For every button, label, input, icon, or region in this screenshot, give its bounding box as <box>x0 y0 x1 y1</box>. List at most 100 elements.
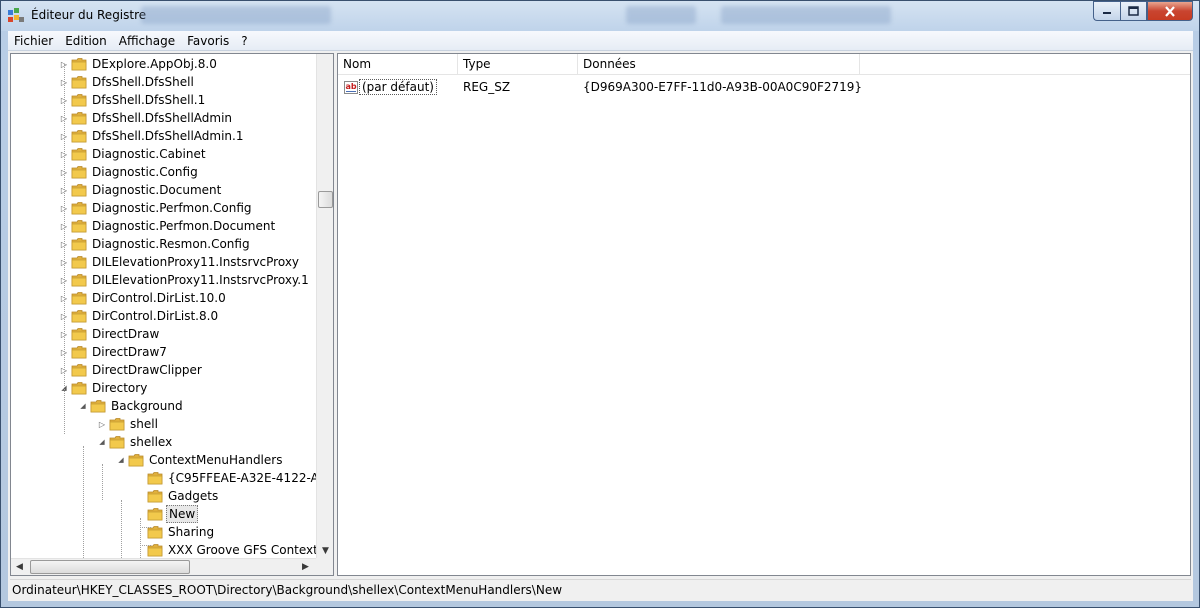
tree-item-label: Diagnostic.Perfmon.Document <box>92 219 276 233</box>
values-list-pane[interactable]: Nom Type Données ab (par défaut) REG_SZ … <box>337 53 1191 576</box>
tree-item[interactable]: ▷ DfsShell.DfsShellAdmin.1 <box>59 127 246 145</box>
tree-item[interactable]: ▷ DirControl.DirList.10.0 <box>59 289 228 307</box>
minimize-button[interactable] <box>1093 1 1120 21</box>
column-header-nom[interactable]: Nom <box>338 54 458 75</box>
tree-item[interactable]: ▷ DfsShell.DfsShell.1 <box>59 91 207 109</box>
tree-connector-line <box>140 545 151 546</box>
tree-item[interactable]: ▷ DILElevationProxy11.InstsrvcProxy.1 <box>59 271 311 289</box>
tree-item-label: {C95FFEAE-A32E-4122-A5C <box>168 471 316 485</box>
folder-icon <box>71 184 87 197</box>
scroll-right-arrow-icon[interactable]: ▶ <box>297 559 314 575</box>
tree-item-label: DirectDrawClipper <box>92 363 202 377</box>
tree-item[interactable]: ▷ Diagnostic.Document <box>59 181 223 199</box>
tree-horizontal-scrollbar[interactable]: ◀ ▶ <box>11 558 333 575</box>
svg-text:ab: ab <box>346 82 357 91</box>
tree-item[interactable]: ▷ Diagnostic.Perfmon.Config <box>59 199 254 217</box>
tree-item-label: Diagnostic.Config <box>92 165 198 179</box>
tree-item[interactable]: ▷ Diagnostic.Cabinet <box>59 145 208 163</box>
menu-affichage[interactable]: Affichage <box>113 31 181 51</box>
client-area: ▷ DExplore.AppObj.8.0 ▷ DfsShell.DfsShell ▷ D… <box>8 51 1193 601</box>
tree-item-label: shellex <box>130 435 173 449</box>
tree-item[interactable]: ◢ Background <box>78 397 185 415</box>
tree-connector-line <box>140 527 151 528</box>
tree-item[interactable]: Sharing <box>135 523 216 541</box>
tree-item-label: DirectDraw <box>92 327 160 341</box>
registry-editor-icon <box>8 8 24 22</box>
value-type: REG_SZ <box>463 80 511 94</box>
tree-item-label: Directory <box>92 381 148 395</box>
folder-icon <box>128 454 144 467</box>
tree-item[interactable]: Gadgets <box>135 487 220 505</box>
scroll-down-arrow-icon[interactable]: ▼ <box>317 542 333 559</box>
folder-icon <box>147 490 163 503</box>
tree-item[interactable]: ◢ shellex <box>97 433 174 451</box>
menu-edition[interactable]: Edition <box>59 31 113 51</box>
vertical-scroll-thumb[interactable] <box>318 191 333 208</box>
tree-item[interactable]: New <box>135 505 199 523</box>
folder-icon <box>109 436 125 449</box>
tree-item[interactable]: ▷ Diagnostic.Config <box>59 163 200 181</box>
folder-icon <box>71 346 87 359</box>
collapse-arrow-icon[interactable]: ◢ <box>97 433 107 451</box>
list-header: Nom Type Données <box>338 54 1190 75</box>
value-data: {D969A300-E7FF-11d0-A93B-00A0C90F2719} <box>583 80 863 94</box>
blurred-background-window <box>141 6 331 24</box>
horizontal-scroll-thumb[interactable] <box>30 560 190 574</box>
tree-item[interactable]: XXX Groove GFS Context M <box>135 541 316 559</box>
tree-item[interactable]: ▷ DirectDrawClipper <box>59 361 204 379</box>
window-title: Éditeur du Registre <box>31 8 147 22</box>
tree-item-label: DirControl.DirList.8.0 <box>92 309 219 323</box>
tree-item-label: DILElevationProxy11.InstsrvcProxy.1 <box>92 273 309 287</box>
title-bar[interactable]: Éditeur du Registre <box>1 1 1199 31</box>
column-header-type[interactable]: Type <box>458 54 578 75</box>
value-name-cell: ab (par défaut) <box>338 79 458 95</box>
tree-item-label: Gadgets <box>168 489 219 503</box>
tree-item[interactable]: ▷ DirControl.DirList.8.0 <box>59 307 220 325</box>
tree-item[interactable]: ▷ DfsShell.DfsShell <box>59 73 196 91</box>
tree-item[interactable]: ▷ DirectDraw <box>59 325 161 343</box>
tree-item[interactable]: ▷ Diagnostic.Perfmon.Document <box>59 217 277 235</box>
tree-item-label: Diagnostic.Perfmon.Config <box>92 201 252 215</box>
folder-icon <box>71 382 87 395</box>
menu-fichier[interactable]: Fichier <box>8 31 59 51</box>
column-header-donnees[interactable]: Données <box>578 54 860 75</box>
scroll-left-arrow-icon[interactable]: ◀ <box>11 559 28 575</box>
tree-item-label: shell <box>130 417 158 431</box>
tree-item[interactable]: {C95FFEAE-A32E-4122-A5C <box>135 469 316 487</box>
folder-icon <box>71 76 87 89</box>
tree-item[interactable]: ▷ shell <box>97 415 160 433</box>
folder-icon <box>71 310 87 323</box>
tree-item[interactable]: ◢ Directory <box>59 379 149 397</box>
tree-item[interactable]: ▷ DfsShell.DfsShellAdmin <box>59 109 234 127</box>
tree-connector-line <box>121 500 122 559</box>
tree-connector-line <box>140 518 141 559</box>
tree-item[interactable]: ▷ DirectDraw7 <box>59 343 169 361</box>
folder-icon <box>71 364 87 377</box>
table-row[interactable]: ab (par défaut) REG_SZ {D969A300-E7FF-11… <box>338 77 1190 97</box>
tree-vertical-scrollbar[interactable]: ▼ <box>316 54 333 559</box>
folder-icon <box>71 130 87 143</box>
maximize-button[interactable] <box>1120 1 1147 21</box>
folder-icon <box>71 238 87 251</box>
close-icon <box>1165 5 1175 17</box>
registry-tree-pane[interactable]: ▷ DExplore.AppObj.8.0 ▷ DfsShell.DfsShell ▷ D… <box>10 53 334 576</box>
tree-item-label: Diagnostic.Resmon.Config <box>92 237 250 251</box>
close-button[interactable] <box>1147 1 1193 21</box>
tree-item[interactable]: ▷ Diagnostic.Resmon.Config <box>59 235 252 253</box>
tree-item[interactable]: ◢ ContextMenuHandlers <box>116 451 284 469</box>
menu-favoris[interactable]: Favoris <box>181 31 235 51</box>
expand-arrow-icon[interactable]: ▷ <box>97 415 107 433</box>
collapse-arrow-icon[interactable]: ◢ <box>78 397 88 415</box>
tree-item-label: Background <box>111 399 183 413</box>
collapse-arrow-icon[interactable]: ◢ <box>116 451 126 469</box>
menu-help[interactable]: ? <box>235 31 253 51</box>
blurred-background-window <box>721 6 891 24</box>
tree-item-label: Diagnostic.Document <box>92 183 222 197</box>
tree-item[interactable]: ▷ DILElevationProxy11.InstsrvcProxy <box>59 253 301 271</box>
tree-item[interactable]: ▷ DExplore.AppObj.8.0 <box>59 55 219 73</box>
folder-icon <box>71 166 87 179</box>
folder-icon <box>71 328 87 341</box>
folder-icon <box>147 508 163 521</box>
tree-item-label: Diagnostic.Cabinet <box>92 147 206 161</box>
tree-item-label: DILElevationProxy11.InstsrvcProxy <box>92 255 300 269</box>
